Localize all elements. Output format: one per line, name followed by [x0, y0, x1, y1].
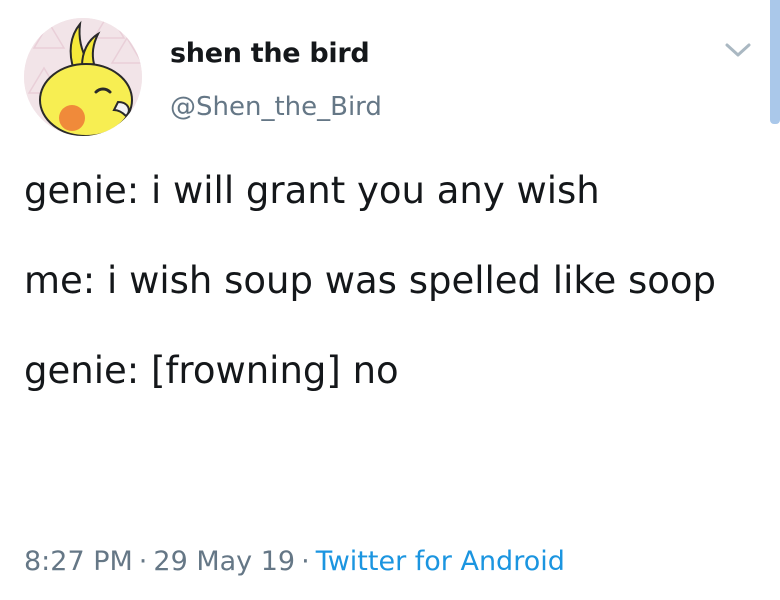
cockatiel-avatar-icon [24, 18, 142, 136]
tweet-card: shen the bird @Shen_the_Bird genie: i wi… [0, 0, 780, 600]
scrollbar[interactable] [770, 0, 780, 124]
tweet-line: me: i wish soup was spelled like soop [24, 259, 717, 302]
tweet-source-link[interactable]: Twitter for Android [316, 546, 565, 577]
tweet-time[interactable]: 8:27 PM [24, 546, 133, 577]
tweet-date[interactable]: 29 May 19 [153, 546, 295, 577]
tweet-line: genie: [frowning] no [24, 349, 399, 392]
tweet-meta: 8:27 PM · 29 May 19 · Twitter for Android [24, 546, 565, 577]
user-handle[interactable]: @Shen_the_Bird [170, 92, 382, 122]
meta-separator: · [138, 546, 148, 577]
meta-separator: · [301, 546, 310, 577]
chevron-down-icon[interactable] [724, 40, 752, 60]
display-name[interactable]: shen the bird [170, 38, 370, 69]
tweet-line: genie: i will grant you any wish [24, 169, 600, 212]
tweet-text: genie: i will grant you any wish me: i w… [24, 168, 754, 394]
avatar[interactable] [24, 18, 142, 136]
